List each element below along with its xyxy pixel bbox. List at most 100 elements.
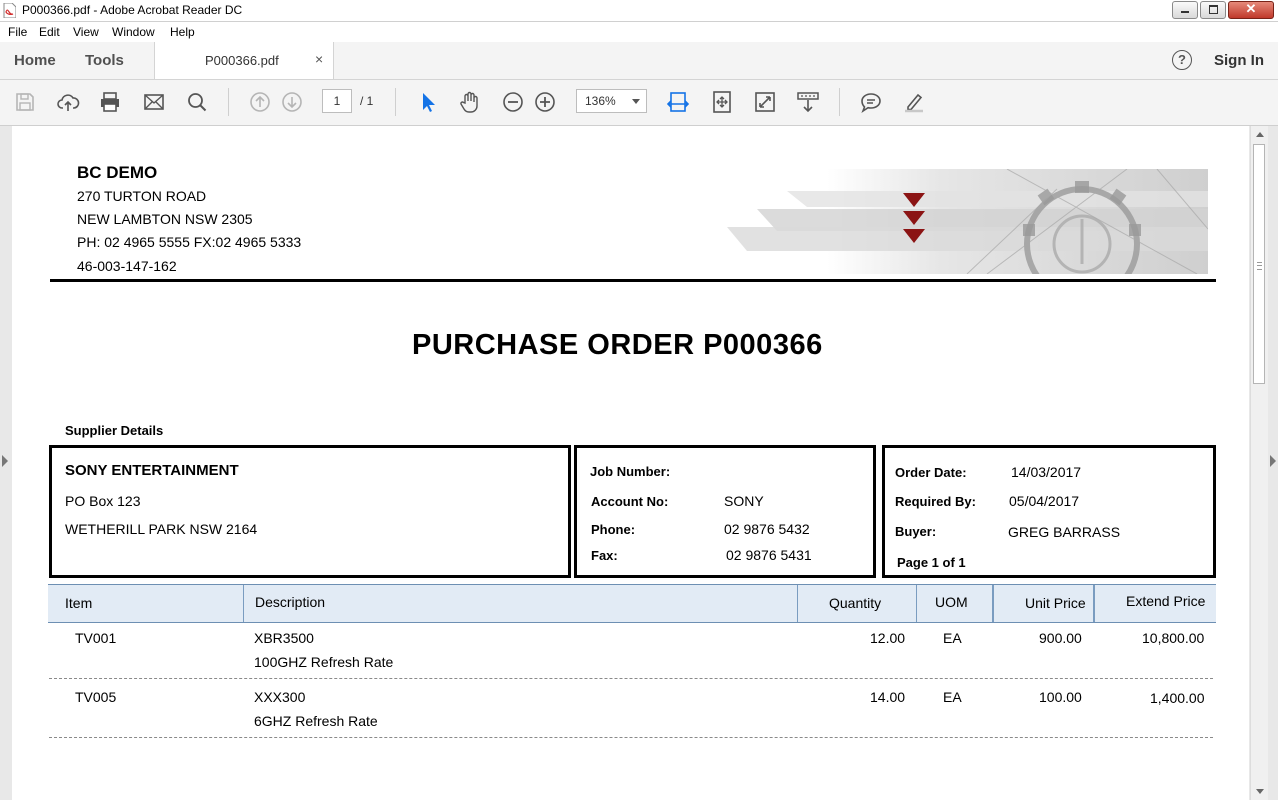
company-abn: 46-003-147-162 xyxy=(77,258,177,274)
column-header-quantity: Quantity xyxy=(829,595,882,611)
full-screen-icon[interactable] xyxy=(753,90,777,114)
print-icon[interactable] xyxy=(98,90,122,114)
buyer-value: GREG BARRASS xyxy=(1008,524,1121,540)
highlight-icon[interactable] xyxy=(902,90,926,114)
account-value: SONY xyxy=(724,493,764,509)
row-description: XBR3500 xyxy=(254,630,314,646)
page-number-input[interactable]: 1 xyxy=(322,89,352,113)
column-divider xyxy=(992,585,994,622)
buyer-label: Buyer: xyxy=(895,524,937,539)
required-by-value: 05/04/2017 xyxy=(1009,493,1080,509)
scroll-mode-icon[interactable] xyxy=(796,90,820,114)
comment-icon[interactable] xyxy=(859,90,883,114)
toolbar-separator xyxy=(395,88,396,116)
row-quantity: 12.00 xyxy=(870,630,906,646)
toolbar-separator xyxy=(839,88,840,116)
tab-bar: Home Tools P000366.pdf × xyxy=(0,42,1278,80)
document-viewport[interactable]: BC DEMO 270 TURTON ROAD NEW LAMBTON NSW … xyxy=(0,126,1250,800)
row-divider xyxy=(49,678,1213,679)
menu-window[interactable]: Window xyxy=(112,25,155,39)
select-cursor-icon[interactable] xyxy=(415,90,439,114)
column-divider xyxy=(916,585,917,622)
close-window-button[interactable]: ✕ xyxy=(1228,1,1274,19)
row-extend-price: 1,400.00 xyxy=(1150,690,1205,706)
row-item: TV005 xyxy=(75,689,117,705)
page-down-icon[interactable] xyxy=(280,90,304,114)
zoom-value: 136% xyxy=(585,94,616,108)
supplier-address-line1: PO Box 123 xyxy=(65,493,141,509)
upload-icon[interactable] xyxy=(56,90,80,114)
row-description-detail: 6GHZ Refresh Rate xyxy=(254,713,378,729)
zoom-in-icon[interactable] xyxy=(533,90,557,114)
toolbar-separator xyxy=(228,88,229,116)
document-tab-label: P000366.pdf xyxy=(205,53,279,68)
menu-view[interactable]: View xyxy=(73,25,99,39)
zoom-out-icon[interactable] xyxy=(501,90,525,114)
row-extend-price: 10,800.00 xyxy=(1142,630,1205,646)
supplier-address-line2: WETHERILL PARK NSW 2164 xyxy=(65,521,258,537)
job-number-label: Job Number: xyxy=(590,464,671,479)
save-icon[interactable] xyxy=(13,90,37,114)
hand-icon[interactable] xyxy=(458,90,482,114)
required-by-label: Required By: xyxy=(895,494,976,509)
supplier-name: SONY ENTERTAINMENT xyxy=(65,462,239,479)
fit-width-icon[interactable] xyxy=(666,90,690,114)
column-divider xyxy=(1093,585,1095,622)
left-panel-toggle-icon[interactable] xyxy=(2,455,8,467)
company-name: BC DEMO xyxy=(77,163,158,182)
zoom-select[interactable]: 136% xyxy=(576,89,647,113)
row-divider xyxy=(49,737,1213,738)
menu-edit[interactable]: Edit xyxy=(39,25,60,39)
minimize-button[interactable] xyxy=(1172,1,1198,19)
table-header: Item Description Quantity UOM Unit Price… xyxy=(48,584,1216,623)
order-box: Order Date: 14/03/2017 Required By: 05/0… xyxy=(882,445,1216,578)
order-date-value: 14/03/2017 xyxy=(1011,464,1082,480)
tab-home[interactable]: Home xyxy=(14,52,56,69)
toolbar: 1 / 1 136% xyxy=(0,80,1278,126)
pdf-page: BC DEMO 270 TURTON ROAD NEW LAMBTON NSW … xyxy=(12,126,1249,800)
page-count: Page 1 of 1 xyxy=(897,555,966,570)
menu-help[interactable]: Help xyxy=(170,25,195,39)
row-quantity: 14.00 xyxy=(870,689,906,705)
chevron-down-icon xyxy=(632,99,640,104)
restore-icon xyxy=(1209,5,1218,14)
help-icon[interactable]: ? xyxy=(1172,50,1192,70)
scroll-down-icon[interactable] xyxy=(1256,789,1264,794)
menu-file[interactable]: File xyxy=(8,25,27,39)
grip-icon xyxy=(1257,262,1262,270)
minimize-icon xyxy=(1181,11,1189,13)
row-description-detail: 100GHZ Refresh Rate xyxy=(254,654,394,670)
column-header-uom: UOM xyxy=(935,594,968,610)
column-header-unit-price: Unit Price xyxy=(1025,595,1086,611)
close-tab-icon[interactable]: × xyxy=(315,51,323,67)
column-divider xyxy=(243,585,244,622)
company-phone: PH: 02 4965 5555 FX:02 4965 5333 xyxy=(77,234,302,250)
account-label: Account No: xyxy=(591,494,669,509)
header-divider xyxy=(50,279,1216,282)
tab-tools[interactable]: Tools xyxy=(85,52,124,69)
fax-value: 02 9876 5431 xyxy=(726,547,812,563)
sign-in-link[interactable]: Sign In xyxy=(1214,52,1264,69)
right-panel-toggle-icon[interactable] xyxy=(1270,455,1276,467)
phone-label: Phone: xyxy=(591,522,636,537)
company-address-line1: 270 TURTON ROAD xyxy=(77,188,207,204)
order-date-label: Order Date: xyxy=(895,465,967,480)
supplier-details-label: Supplier Details xyxy=(65,423,164,438)
phone-value: 02 9876 5432 xyxy=(724,521,810,537)
supplier-box: SONY ENTERTAINMENT PO Box 123 WETHERILL … xyxy=(49,445,571,578)
search-icon[interactable] xyxy=(185,90,209,114)
vertical-scrollbar[interactable] xyxy=(1250,126,1268,800)
fit-page-icon[interactable] xyxy=(710,90,734,114)
email-icon[interactable] xyxy=(142,90,166,114)
menu-bar: File Edit View Window Help xyxy=(0,22,1278,42)
row-unit-price: 900.00 xyxy=(1039,630,1082,646)
scroll-up-icon[interactable] xyxy=(1256,132,1264,137)
scrollbar-thumb[interactable] xyxy=(1253,144,1265,384)
row-uom: EA xyxy=(943,689,962,705)
tab-document[interactable]: P000366.pdf × xyxy=(154,42,334,79)
maximize-button[interactable] xyxy=(1200,1,1226,19)
column-header-description: Description xyxy=(255,594,326,610)
pdf-file-icon xyxy=(3,3,16,18)
page-total: / 1 xyxy=(360,94,374,108)
page-up-icon[interactable] xyxy=(248,90,272,114)
